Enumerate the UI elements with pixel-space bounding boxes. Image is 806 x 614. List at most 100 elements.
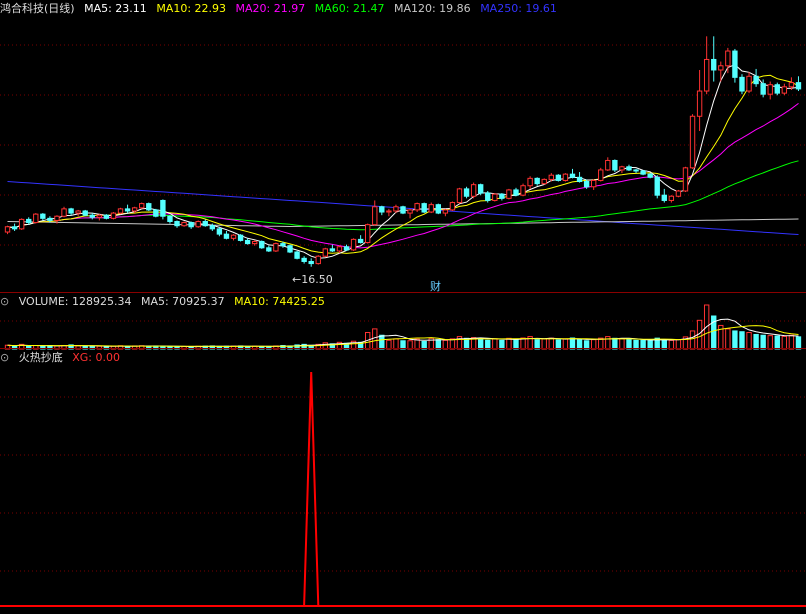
candle-up xyxy=(689,115,696,169)
candle-up xyxy=(18,218,25,230)
candle-down xyxy=(244,239,251,245)
candle-up xyxy=(230,234,237,239)
candle-down xyxy=(463,188,470,197)
candle-down xyxy=(301,257,307,262)
candle-up xyxy=(590,179,597,188)
low-price-label: ←16.50 xyxy=(292,272,339,288)
candle-up xyxy=(703,58,710,92)
candle-up xyxy=(322,248,329,257)
candle-down xyxy=(640,170,646,175)
candle-up xyxy=(110,212,117,219)
candle-down xyxy=(654,176,660,196)
candle-up xyxy=(428,204,434,213)
candle-down xyxy=(266,247,272,252)
volume-bar xyxy=(760,334,766,350)
candle-down xyxy=(174,220,180,227)
candle-up xyxy=(619,166,625,171)
candle-down xyxy=(329,248,336,252)
candle-up xyxy=(668,195,675,201)
candle-up xyxy=(682,167,689,192)
volume-bar xyxy=(746,332,752,350)
candle-up xyxy=(492,193,498,201)
chart-canvas[interactable] xyxy=(0,0,806,614)
candle-up xyxy=(96,214,103,218)
candle-down xyxy=(555,174,562,181)
volume-bar xyxy=(732,330,738,350)
xg-signal-line xyxy=(7,371,799,607)
candle-down xyxy=(612,159,618,171)
pane-divider-1[interactable] xyxy=(0,292,806,293)
candle-down xyxy=(68,208,74,214)
candle-down xyxy=(400,206,406,214)
low-price-arrow: ← xyxy=(292,273,302,286)
candle-down xyxy=(237,234,244,241)
candle-down xyxy=(40,213,46,219)
volume-bar xyxy=(372,328,378,350)
candle-up xyxy=(527,177,533,187)
candle-up xyxy=(61,208,67,217)
volume-bar xyxy=(767,335,773,350)
candle-up xyxy=(117,208,124,214)
candle-up xyxy=(541,178,547,185)
candle-down xyxy=(82,210,88,216)
candle-down xyxy=(153,209,159,217)
candle-down xyxy=(223,233,230,239)
candle-up xyxy=(315,255,321,265)
candle-down xyxy=(732,50,738,78)
candle-up xyxy=(372,206,378,226)
candle-down xyxy=(576,176,583,183)
candle-down xyxy=(26,218,32,224)
candle-up xyxy=(449,202,456,211)
candle-up xyxy=(414,203,420,211)
candle-down xyxy=(308,260,314,265)
candle-up xyxy=(407,209,413,214)
candle-up xyxy=(725,50,731,67)
candle-down xyxy=(294,251,300,259)
volume-bar xyxy=(739,331,745,350)
candle-down xyxy=(795,82,802,90)
candle-down xyxy=(103,214,110,219)
candle-down xyxy=(626,166,632,171)
candle-up xyxy=(598,169,604,181)
candle-down xyxy=(421,203,427,213)
candle-down xyxy=(216,228,223,235)
candle-up xyxy=(746,75,752,92)
volume-bar xyxy=(753,333,759,350)
candle-down xyxy=(160,199,166,217)
candle-down xyxy=(513,189,519,196)
candle-down xyxy=(379,206,385,213)
candle-up xyxy=(520,185,526,196)
candle-down xyxy=(188,222,194,228)
candle-down xyxy=(11,226,18,230)
candle-up xyxy=(548,174,554,180)
candle-up xyxy=(605,159,611,171)
candle-down xyxy=(583,181,590,188)
candle-up xyxy=(273,243,279,252)
candle-up xyxy=(75,210,81,214)
candle-down xyxy=(124,208,131,212)
candle-up xyxy=(365,224,371,244)
candle-up xyxy=(506,189,512,199)
volume-bar xyxy=(725,328,731,350)
candle-down xyxy=(774,84,780,94)
candle-down xyxy=(167,215,173,222)
pane-divider-2[interactable] xyxy=(0,348,806,349)
volume-bar xyxy=(788,334,795,350)
candle-up xyxy=(131,207,138,212)
candle-down xyxy=(534,177,540,185)
candle-up xyxy=(350,238,357,251)
candle-down xyxy=(280,243,286,247)
candle-up xyxy=(696,90,703,117)
candle-down xyxy=(569,173,576,178)
candle-up xyxy=(386,210,392,213)
volume-bar xyxy=(689,330,696,350)
candle-up xyxy=(54,215,60,221)
candle-up xyxy=(336,246,343,252)
candle-down xyxy=(753,75,759,85)
low-price-value: 16.50 xyxy=(301,273,333,286)
candle-down xyxy=(499,193,505,199)
candle-up xyxy=(181,222,187,227)
candle-down xyxy=(89,214,95,218)
candle-down xyxy=(633,169,639,172)
candle-up xyxy=(139,203,145,209)
